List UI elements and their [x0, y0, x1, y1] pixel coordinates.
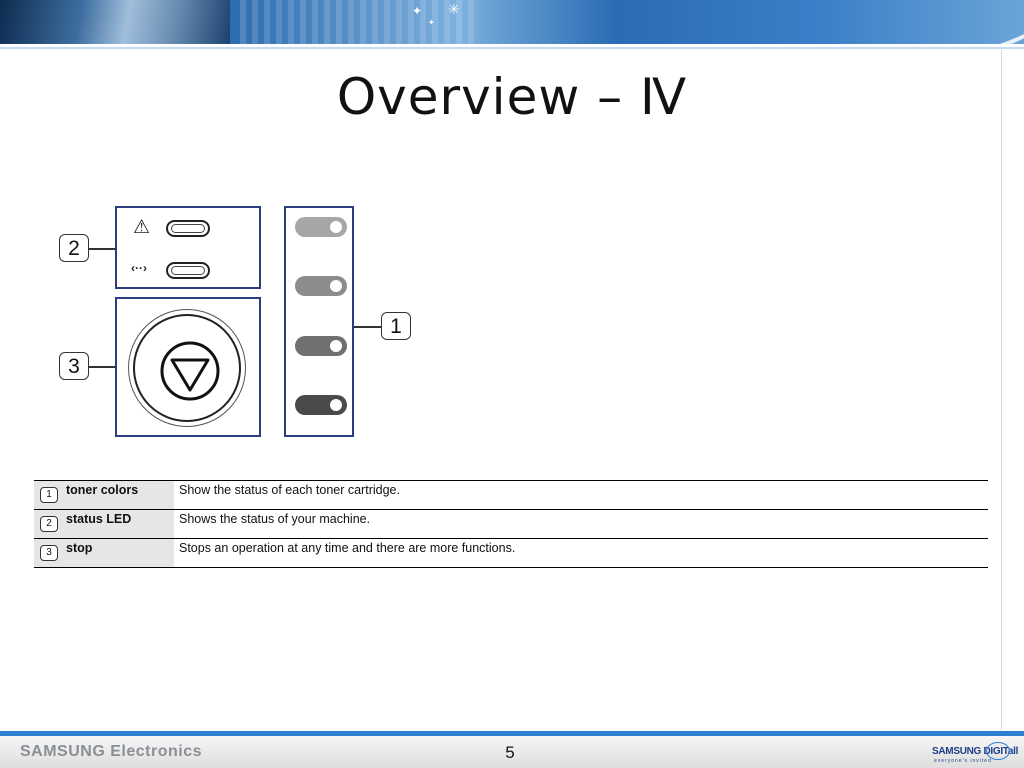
callout-1: 1	[381, 312, 411, 340]
legend-table: 1 toner colors Show the status of each to…	[34, 480, 988, 568]
toner-led-knob	[330, 280, 342, 292]
sparkle-icon: ✳	[448, 2, 460, 18]
callout-leader	[89, 366, 115, 368]
sparkle-icon: ✦	[412, 4, 423, 18]
callout-3: 3	[59, 352, 89, 380]
header-banner: ✦ ✳ ✦	[0, 0, 1024, 44]
toner-led-knob	[330, 340, 342, 352]
header-rule	[0, 44, 1024, 49]
row-name: status LED	[66, 512, 132, 526]
table-key-cell: 1 toner colors	[34, 480, 174, 510]
callout-leader	[89, 248, 115, 250]
slide-frame-line	[1001, 50, 1002, 730]
page-title: Overview – Ⅳ	[336, 68, 688, 126]
table-row: 3 stop Stops an operation at any time and…	[34, 538, 988, 568]
toner-led-2	[295, 276, 347, 296]
stop-icon	[160, 341, 220, 401]
row-number-badge: 1	[40, 487, 58, 503]
row-number-badge: 3	[40, 545, 58, 561]
toner-led-knob	[330, 399, 342, 411]
row-description: Show the status of each toner cartridge.	[174, 480, 988, 510]
samsung-digitall-logo: SAMSUNG DIGITall everyone's invited	[932, 740, 1018, 764]
table-key-cell: 2 status LED	[34, 509, 174, 539]
table-row: 1 toner colors Show the status of each to…	[34, 480, 988, 510]
network-icon: ‹··›	[131, 261, 147, 275]
table-row: 2 status LED Shows the status of your mac…	[34, 509, 988, 539]
warning-icon: ⚠	[133, 216, 151, 238]
banner-texture	[240, 0, 480, 44]
stop-button[interactable]	[133, 314, 241, 422]
row-name: stop	[66, 541, 93, 555]
footer-brand: SAMSUNG Electronics	[20, 743, 202, 760]
stop-panel	[115, 297, 261, 437]
logo-tagline: everyone's invited	[934, 758, 992, 764]
row-number-badge: 2	[40, 516, 58, 532]
stop-button-ring	[128, 309, 246, 427]
status-led	[166, 262, 210, 279]
table-key-cell: 3 stop	[34, 538, 174, 568]
banner-swoosh	[698, 0, 1024, 44]
callout-leader	[354, 326, 381, 328]
error-led	[166, 220, 210, 237]
callout-2: 2	[59, 234, 89, 262]
banner-photo	[0, 0, 230, 44]
toner-led-4	[295, 395, 347, 415]
row-description: Stops an operation at any time and there…	[174, 538, 988, 568]
sparkle-icon: ✦	[428, 18, 435, 27]
row-description: Shows the status of your machine.	[174, 509, 988, 539]
toner-led-knob	[330, 221, 342, 233]
toner-led-3	[295, 336, 347, 356]
row-name: toner colors	[66, 483, 139, 497]
toner-panel	[284, 206, 354, 437]
toner-led-1	[295, 217, 347, 237]
logo-ring	[986, 742, 1010, 760]
status-led-panel: ⚠ ‹··›	[115, 206, 261, 289]
page-number: 5	[505, 743, 515, 762]
